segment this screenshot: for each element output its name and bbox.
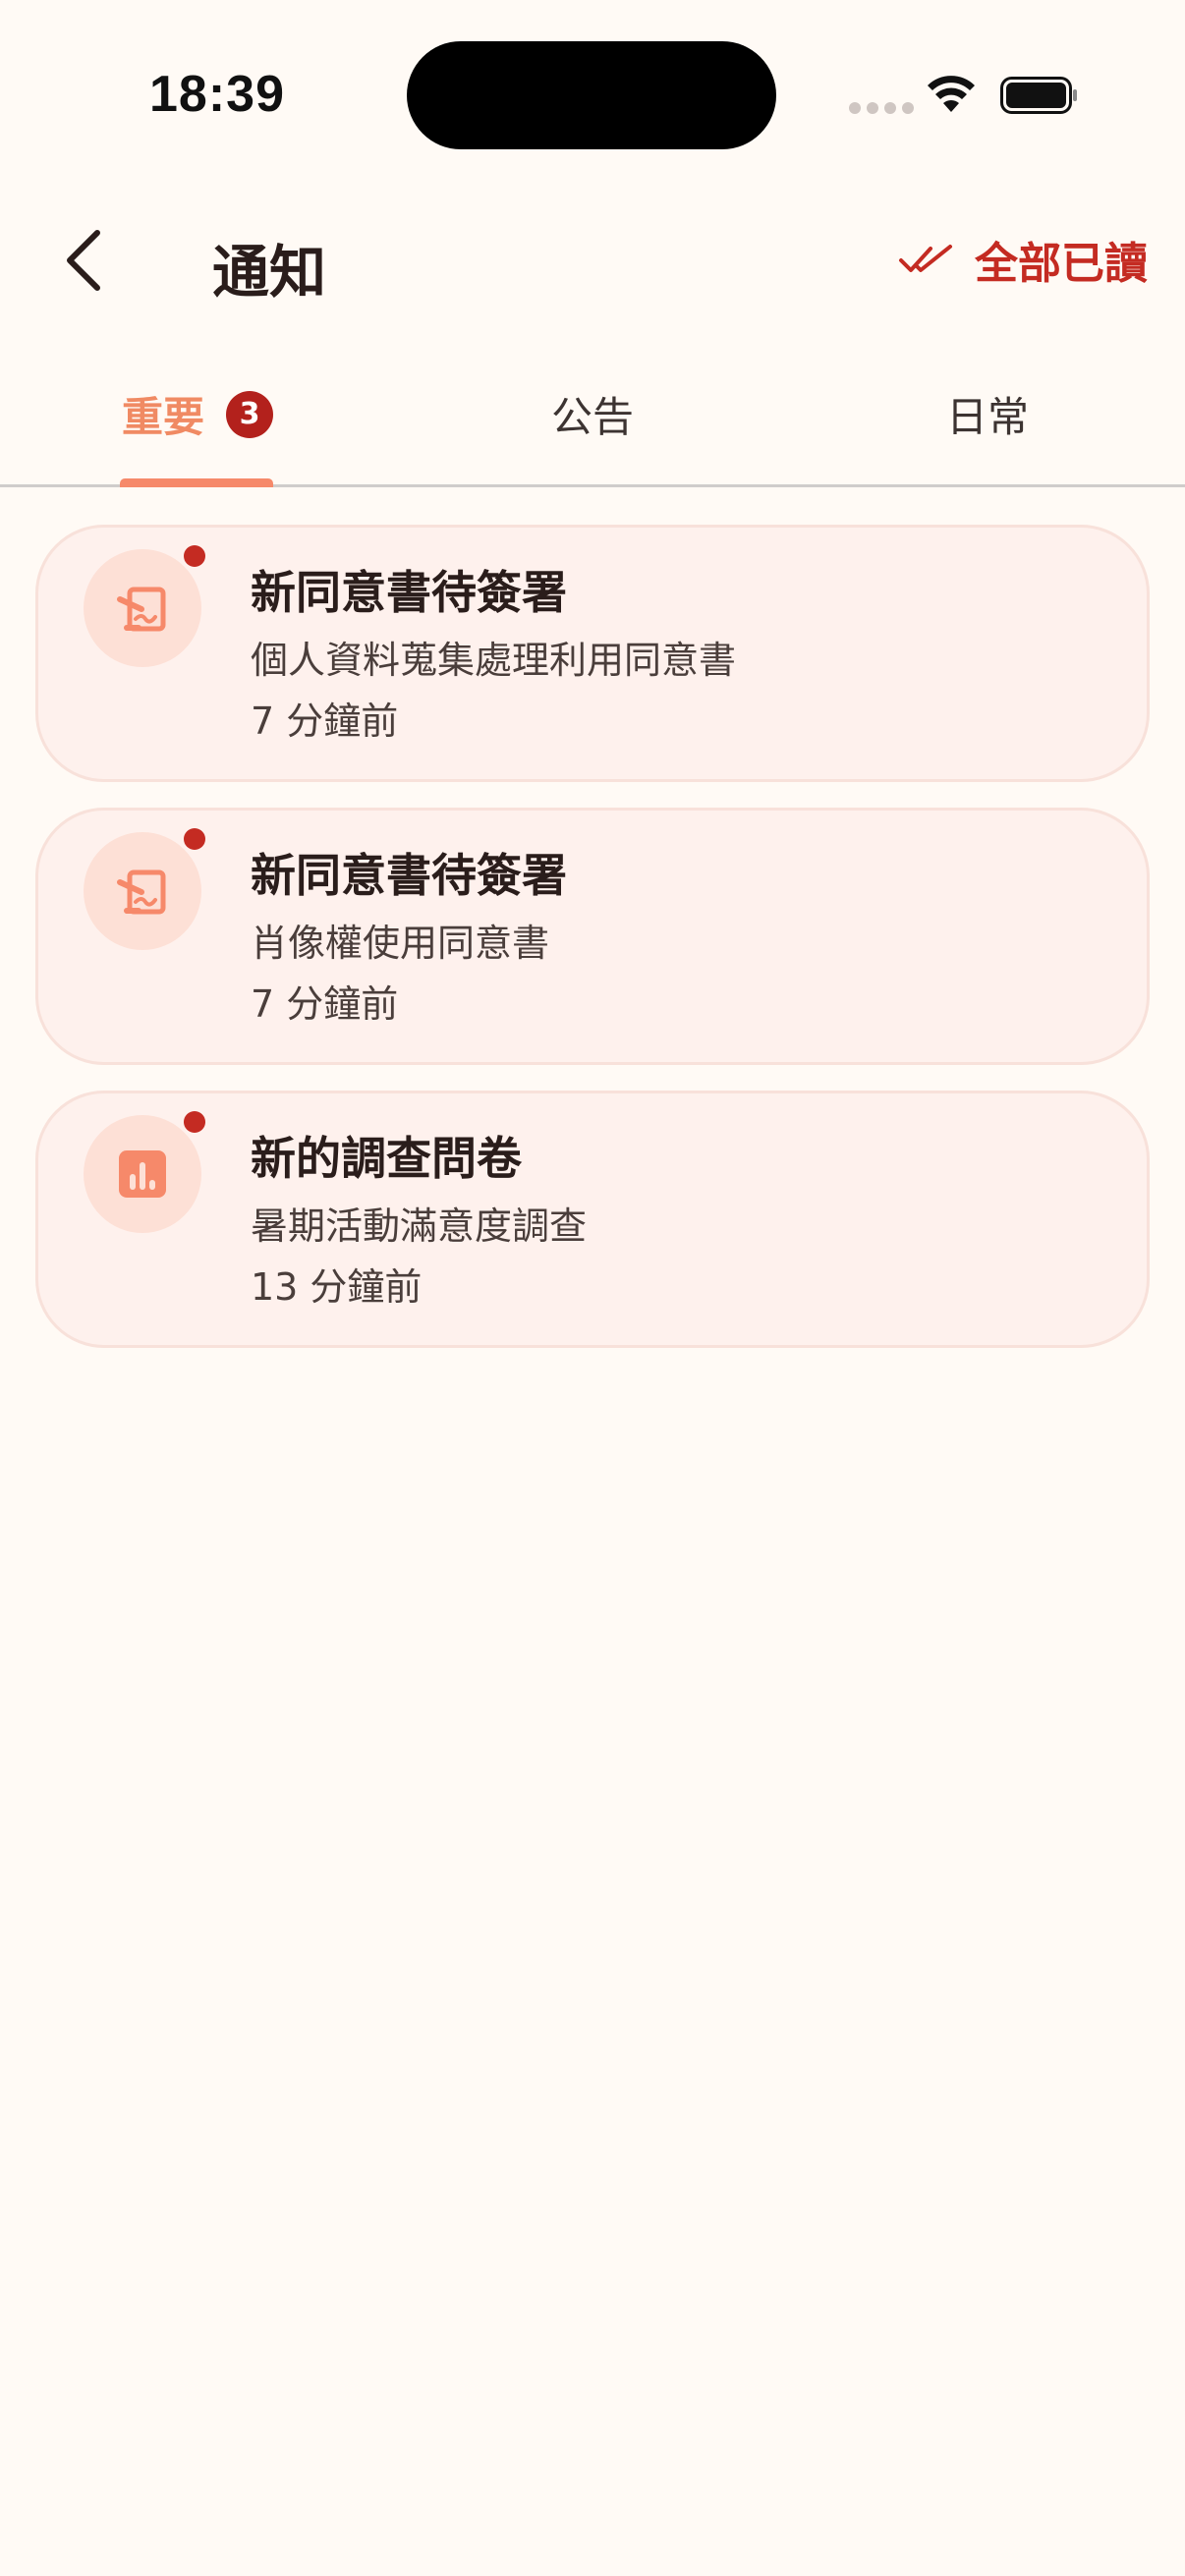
unread-dot (184, 1111, 205, 1133)
notification-time: 7 分鐘前 (251, 982, 399, 1026)
notification-time: 13 分鐘前 (251, 1265, 423, 1309)
tab-daily[interactable]: 日常 (790, 344, 1185, 484)
notification-subtitle: 暑期活動滿意度調查 (251, 1204, 588, 1248)
page-title: 通知 (212, 239, 327, 306)
unread-dot (184, 828, 205, 850)
notification-subtitle: 個人資料蒐集處理利用同意書 (251, 639, 737, 682)
notification-title: 新同意書待簽署 (251, 849, 567, 902)
icon-circle (84, 549, 201, 667)
mark-all-read-button[interactable]: 全部已讀 (898, 228, 1148, 291)
mark-all-read-label: 全部已讀 (975, 239, 1148, 289)
signature-document-icon (117, 869, 166, 915)
double-check-icon (899, 245, 952, 272)
back-button[interactable] (39, 216, 128, 305)
tab-label: 公告 (550, 393, 634, 441)
dynamic-island (407, 41, 776, 149)
notification-card[interactable]: 新的調查問卷 暑期活動滿意度調查 13 分鐘前 (35, 1091, 1150, 1348)
bar-chart-icon (119, 1150, 166, 1198)
wifi-icon (928, 76, 975, 112)
chevron-left-icon (67, 230, 100, 291)
unread-dot (184, 545, 205, 567)
status-time: 18:39 (149, 66, 285, 123)
notification-card[interactable]: 新同意書待簽署 肖像權使用同意書 7 分鐘前 (35, 808, 1150, 1065)
tab-label: 重要 (121, 393, 204, 441)
tab-announcements[interactable]: 公告 (395, 344, 790, 484)
notification-list: 新同意書待簽署 個人資料蒐集處理利用同意書 7 分鐘前 新同意書待簽署 肖像權使… (35, 525, 1150, 1373)
notification-title: 新同意書待簽署 (251, 566, 567, 619)
notification-time: 7 分鐘前 (251, 700, 399, 743)
cellular-signal-icon (849, 102, 914, 114)
header: 通知 全部已讀 (0, 187, 1185, 344)
icon-circle (84, 1115, 201, 1233)
notification-card[interactable]: 新同意書待簽署 個人資料蒐集處理利用同意書 7 分鐘前 (35, 525, 1150, 782)
notification-subtitle: 肖像權使用同意書 (251, 922, 550, 965)
active-tab-indicator (120, 478, 273, 487)
notification-title: 新的調查問卷 (251, 1132, 522, 1185)
tab-label: 日常 (945, 393, 1029, 441)
tab-important[interactable]: 重要 3 (0, 344, 395, 484)
battery-icon (1000, 77, 1077, 114)
status-bar: 18:39 (0, 0, 1185, 187)
tab-bar: 重要 3 公告 日常 (0, 344, 1185, 487)
icon-circle (84, 832, 201, 950)
unread-count-badge: 3 (226, 390, 273, 438)
signature-document-icon (117, 587, 166, 632)
